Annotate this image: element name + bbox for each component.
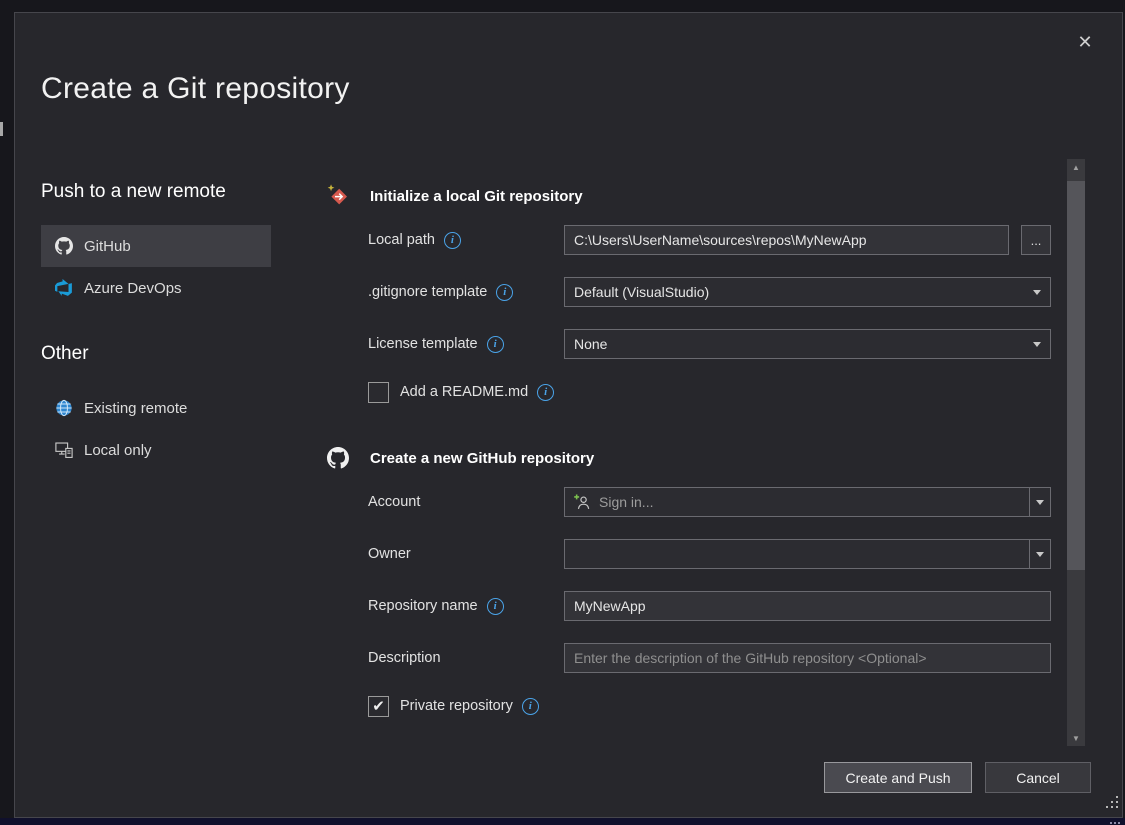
cancel-button[interactable]: Cancel [985, 762, 1091, 793]
gitignore-template-label: .gitignore template i [368, 277, 564, 307]
owner-dropdown[interactable] [564, 539, 1051, 569]
dialog-footer: Create and Push Cancel [15, 762, 1122, 793]
sidebar-item-label: Local only [84, 442, 152, 459]
dialog-title: Create a Git repository [41, 71, 1122, 106]
dialog-body: Push to a new remote GitHub Azure DevOps… [15, 159, 1122, 746]
scrollbar-track[interactable] [1067, 175, 1085, 730]
info-icon[interactable]: i [522, 698, 539, 715]
description-input[interactable] [564, 643, 1051, 673]
chevron-down-icon [1033, 342, 1041, 347]
sidebar-item-label: Azure DevOps [84, 280, 182, 297]
resize-grip[interactable] [1106, 796, 1119, 814]
browse-button[interactable]: ... [1021, 225, 1051, 255]
private-repo-checkbox[interactable]: ✔ [368, 696, 389, 717]
window-edge-artifact [0, 122, 3, 136]
license-template-label: License template i [368, 329, 564, 359]
sidebar-heading-push-remote: Push to a new remote [41, 181, 271, 203]
sidebar-item-label: Existing remote [84, 400, 187, 417]
info-icon[interactable]: i [496, 284, 513, 301]
gitignore-template-value: Default (VisualStudio) [574, 284, 709, 300]
sidebar-item-label: GitHub [84, 238, 131, 255]
info-icon[interactable]: i [487, 336, 504, 353]
local-path-label: Local path i [368, 225, 564, 255]
dialog-content: Initialize a local Git repository Local … [326, 159, 1051, 746]
close-icon: ✕ [1077, 32, 1092, 53]
repository-name-input[interactable] [564, 591, 1051, 621]
owner-label: Owner [368, 539, 564, 569]
sidebar-item-azure-devops[interactable]: Azure DevOps [41, 267, 271, 309]
repository-name-label: Repository name i [368, 591, 564, 621]
local-path-input[interactable] [564, 225, 1009, 255]
gitignore-template-dropdown[interactable]: Default (VisualStudio) [564, 277, 1051, 307]
sidebar-item-local-only[interactable]: Local only [41, 429, 271, 471]
chevron-down-icon [1036, 500, 1044, 505]
github-icon [326, 446, 350, 470]
window-resize-grip [1110, 822, 1120, 824]
account-dropdown[interactable]: Sign in... [564, 487, 1051, 517]
init-section-heading: Initialize a local Git repository [370, 188, 583, 205]
readme-checkbox-row[interactable]: Add a README.md i [368, 381, 1051, 403]
status-strip [0, 818, 1125, 825]
readme-checkbox-label: Add a README.md [400, 384, 528, 400]
info-icon[interactable]: i [537, 384, 554, 401]
scroll-up-icon[interactable]: ▲ [1067, 159, 1085, 175]
init-local-repo-section: Initialize a local Git repository Local … [326, 183, 1051, 403]
sidebar-heading-other: Other [41, 343, 271, 365]
private-repo-checkbox-row[interactable]: ✔ Private repository i [368, 695, 1051, 717]
private-repo-checkbox-label: Private repository [400, 698, 513, 714]
info-icon[interactable]: i [444, 232, 461, 249]
chevron-down-icon [1036, 552, 1044, 557]
chevron-down-icon [1033, 290, 1041, 295]
github-section-heading: Create a new GitHub repository [370, 450, 594, 467]
account-value: Sign in... [599, 494, 653, 510]
create-and-push-button[interactable]: Create and Push [824, 762, 972, 793]
scrollbar[interactable]: ▲ ▼ [1067, 159, 1085, 746]
scrollbar-thumb[interactable] [1067, 181, 1085, 570]
sidebar-item-github[interactable]: GitHub [41, 225, 271, 267]
globe-icon [55, 399, 73, 417]
owner-dropdown-button[interactable] [1029, 540, 1050, 568]
github-icon [55, 237, 73, 255]
close-button[interactable]: ✕ [1070, 27, 1100, 57]
create-git-repository-dialog: ✕ Create a Git repository Push to a new … [14, 12, 1123, 818]
account-dropdown-button[interactable] [1029, 488, 1050, 516]
scroll-down-icon[interactable]: ▼ [1067, 730, 1085, 746]
create-github-repo-section: Create a new GitHub repository Account S… [326, 445, 1051, 717]
sidebar: Push to a new remote GitHub Azure DevOps… [41, 159, 271, 746]
account-label: Account [368, 487, 564, 517]
sign-in-person-icon [574, 494, 591, 511]
readme-checkbox[interactable] [368, 382, 389, 403]
license-template-dropdown[interactable]: None [564, 329, 1051, 359]
azure-devops-icon [55, 279, 73, 297]
info-icon[interactable]: i [487, 598, 504, 615]
description-label: Description [368, 643, 564, 673]
license-template-value: None [574, 336, 607, 352]
sidebar-item-existing-remote[interactable]: Existing remote [41, 387, 271, 429]
git-init-icon [326, 184, 350, 208]
computer-icon [55, 441, 73, 459]
